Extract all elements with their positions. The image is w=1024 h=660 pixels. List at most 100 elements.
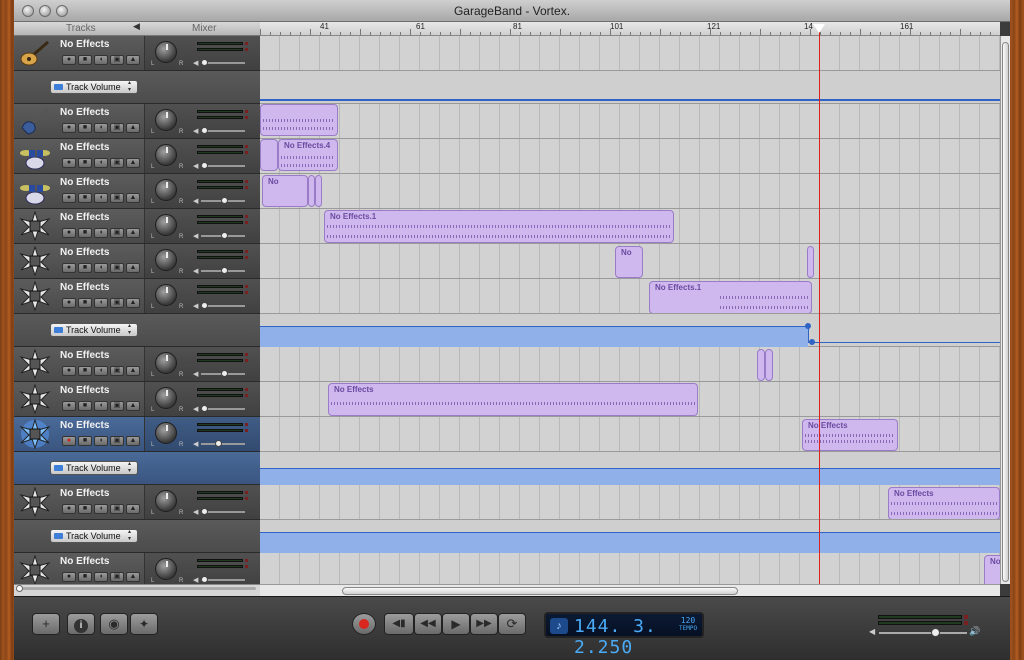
mute-button[interactable]: ■ [78, 298, 92, 308]
music-note-icon[interactable]: ♪ [550, 618, 568, 634]
track-name[interactable]: No Effects [60, 488, 109, 499]
mute-button[interactable]: ■ [78, 123, 92, 133]
disclosure-triangle-icon[interactable]: ▲ [126, 263, 140, 273]
headphones-icon[interactable]: ◖ [94, 228, 108, 238]
track-name[interactable]: No Effects [60, 107, 109, 118]
media-browser-button[interactable]: ✦ [130, 613, 158, 635]
volume-thumb[interactable] [201, 405, 208, 412]
headphones-icon[interactable]: ◖ [94, 401, 108, 411]
lock-icon[interactable]: ▣ [110, 436, 124, 446]
drum-kit-icon[interactable] [18, 176, 52, 206]
master-volume-thumb[interactable] [931, 628, 940, 637]
pan-knob[interactable] [155, 249, 177, 271]
track-volume-slider[interactable]: ◀ [193, 126, 247, 136]
track-volume-slider[interactable]: ◀ [193, 231, 247, 241]
region[interactable] [765, 349, 773, 381]
headphones-icon[interactable]: ◖ [94, 436, 108, 446]
track-name[interactable]: No Effects [60, 177, 109, 188]
synth-star-icon[interactable] [18, 554, 52, 584]
track-name[interactable]: No Effects [60, 350, 109, 361]
volume-thumb[interactable] [221, 197, 228, 204]
headphones-icon[interactable]: ◖ [94, 572, 108, 582]
automation-lane[interactable]: 0 dB [260, 71, 1000, 104]
lock-icon[interactable]: ▣ [110, 298, 124, 308]
headphones-icon[interactable]: ◖ [94, 123, 108, 133]
headphones-icon[interactable]: ◖ [94, 298, 108, 308]
mute-button[interactable]: ■ [78, 401, 92, 411]
headphones-icon[interactable]: ◖ [94, 263, 108, 273]
add-track-button[interactable]: + [32, 613, 60, 635]
playhead-handle[interactable] [813, 24, 825, 33]
lcd-display[interactable]: ♪ 144. 3. 2.250 120 TEMPO [544, 612, 704, 658]
pan-knob[interactable] [155, 490, 177, 512]
record-enable-button[interactable]: ● [62, 401, 76, 411]
record-enable-button[interactable]: ● [62, 436, 76, 446]
region[interactable]: No Effects.1 [649, 281, 812, 314]
volume-thumb[interactable] [201, 59, 208, 66]
headphones-icon[interactable]: ◖ [94, 504, 108, 514]
drum-kit-icon[interactable] [18, 141, 52, 171]
volume-thumb[interactable] [201, 127, 208, 134]
disclosure-triangle-icon[interactable]: ▲ [126, 55, 140, 65]
disclosure-triangle-icon[interactable]: ▲ [126, 504, 140, 514]
disclosure-triangle-icon[interactable]: ▲ [126, 158, 140, 168]
track-volume-slider[interactable]: ◀ [193, 266, 247, 276]
volume-thumb[interactable] [221, 267, 228, 274]
region[interactable]: No Effects [328, 383, 698, 416]
track-header[interactable]: No Effects ● ■ ◖ ▣ ▲ L R ◀ [14, 209, 260, 244]
track-header[interactable]: No Effects ● ■ ◖ ▣ ▲ L R ◀ [14, 36, 260, 71]
volume-thumb[interactable] [201, 576, 208, 583]
lock-icon[interactable]: ▣ [110, 158, 124, 168]
synth-star-icon[interactable] [18, 348, 52, 380]
track-volume-slider[interactable]: ◀ [193, 575, 247, 584]
track-volume-slider[interactable]: ◀ [193, 439, 247, 449]
headphones-icon[interactable]: ◖ [94, 158, 108, 168]
mute-button[interactable]: ■ [78, 193, 92, 203]
record-enable-button[interactable]: ● [62, 504, 76, 514]
automation-point[interactable] [805, 323, 811, 329]
mute-button[interactable]: ■ [78, 158, 92, 168]
track-name[interactable]: No Effects [60, 420, 109, 431]
play-button[interactable]: ▶ [442, 613, 470, 635]
headphones-icon[interactable]: ◖ [94, 366, 108, 376]
region[interactable] [807, 246, 814, 278]
lock-icon[interactable]: ▣ [110, 193, 124, 203]
vertical-scrollbar[interactable] [1000, 36, 1010, 584]
region[interactable]: No [615, 246, 643, 278]
record-enable-button[interactable]: ● [62, 298, 76, 308]
mute-button[interactable]: ■ [78, 263, 92, 273]
synth-star-icon[interactable] [18, 418, 52, 450]
track-volume-slider[interactable]: ◀ [193, 161, 247, 171]
automation-parameter-select[interactable]: Track Volume [50, 461, 138, 475]
collapse-triangle-icon[interactable]: ◀ [133, 21, 140, 32]
disclosure-triangle-icon[interactable]: ▲ [126, 228, 140, 238]
headphones-icon[interactable]: ◖ [94, 193, 108, 203]
disclosure-triangle-icon[interactable]: ▲ [126, 123, 140, 133]
master-volume-slider[interactable]: ◀ 🔊 [869, 626, 980, 641]
volume-thumb[interactable] [215, 440, 222, 447]
timeline-area[interactable]: 0 dB 0 dB 0 dB 0 dB No Effects.4 No No Effe… [260, 36, 1000, 584]
pan-knob[interactable] [155, 214, 177, 236]
pan-knob[interactable] [155, 179, 177, 201]
lock-icon[interactable]: ▣ [110, 401, 124, 411]
region[interactable]: No [984, 555, 1000, 584]
automation-lane[interactable]: 0 dB [260, 314, 1000, 347]
track-name[interactable]: No Effects [60, 556, 109, 567]
lock-icon[interactable]: ▣ [110, 55, 124, 65]
lock-icon[interactable]: ▣ [110, 366, 124, 376]
pan-knob[interactable] [155, 422, 177, 444]
acoustic-guitar-icon[interactable] [18, 38, 52, 68]
volume-thumb[interactable] [221, 370, 228, 377]
mute-button[interactable]: ■ [78, 436, 92, 446]
synth-star-icon[interactable] [18, 280, 52, 312]
record-button[interactable] [352, 613, 376, 635]
synth-star-icon[interactable] [18, 245, 52, 277]
track-name[interactable]: No Effects [60, 282, 109, 293]
loop-browser-button[interactable]: ◉ [100, 613, 128, 635]
track-name[interactable]: No Effects [60, 385, 109, 396]
track-volume-slider[interactable]: ◀ [193, 369, 247, 379]
region[interactable]: No [262, 175, 308, 207]
playhead-line[interactable] [819, 28, 820, 584]
track-volume-slider[interactable]: ◀ [193, 404, 247, 414]
pan-knob[interactable] [155, 352, 177, 374]
